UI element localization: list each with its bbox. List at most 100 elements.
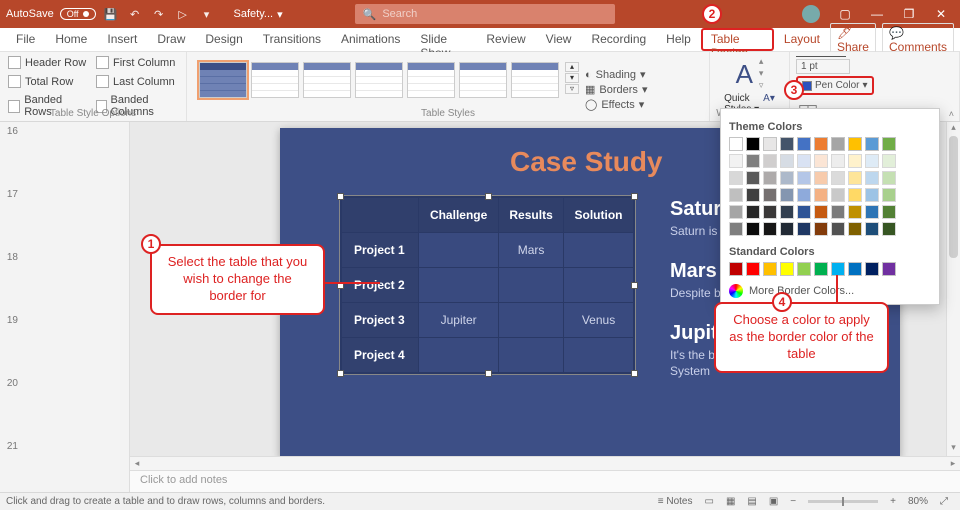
color-swatch[interactable] bbox=[882, 262, 896, 276]
check-first-column[interactable]: First Column bbox=[96, 56, 176, 69]
color-swatch[interactable] bbox=[865, 137, 879, 151]
check-header-row[interactable]: Header Row bbox=[8, 56, 88, 69]
pen-weight-dropdown[interactable]: 1 pt bbox=[796, 59, 850, 74]
color-swatch[interactable] bbox=[780, 222, 794, 236]
color-swatch[interactable] bbox=[729, 262, 743, 276]
color-swatch[interactable] bbox=[746, 171, 760, 185]
pen-color-dropdown[interactable]: Pen Color ▾ bbox=[796, 76, 874, 95]
color-swatch[interactable] bbox=[729, 222, 743, 236]
table-style-swatch[interactable] bbox=[459, 62, 507, 98]
color-swatch[interactable] bbox=[746, 262, 760, 276]
color-swatch[interactable] bbox=[848, 171, 862, 185]
color-swatch[interactable] bbox=[831, 188, 845, 202]
color-swatch[interactable] bbox=[814, 188, 828, 202]
table-style-swatch[interactable] bbox=[303, 62, 351, 98]
color-swatch[interactable] bbox=[797, 262, 811, 276]
tab-home[interactable]: Home bbox=[45, 28, 97, 51]
slide-thumbnail[interactable]: 20 Target bbox=[4, 378, 125, 433]
tab-table-design[interactable]: Table Design bbox=[701, 28, 774, 51]
color-swatch[interactable] bbox=[797, 137, 811, 151]
resize-handle[interactable] bbox=[485, 370, 492, 377]
tab-design[interactable]: Design bbox=[195, 28, 252, 51]
collapse-ribbon-icon[interactable]: ˄ bbox=[949, 109, 954, 119]
color-swatch[interactable] bbox=[763, 262, 777, 276]
selected-table[interactable]: Challenge Results Solution Project 1Mars… bbox=[340, 196, 635, 374]
color-swatch[interactable] bbox=[780, 154, 794, 168]
resize-handle[interactable] bbox=[631, 370, 638, 377]
tab-review[interactable]: Review bbox=[476, 28, 535, 51]
restore-button[interactable]: ❐ bbox=[894, 7, 924, 21]
color-swatch[interactable] bbox=[797, 171, 811, 185]
pen-style-dropdown[interactable] bbox=[796, 56, 846, 57]
color-swatch[interactable] bbox=[848, 188, 862, 202]
check-last-column[interactable]: Last Column bbox=[96, 75, 176, 88]
tab-view[interactable]: View bbox=[536, 28, 582, 51]
color-swatch[interactable] bbox=[797, 205, 811, 219]
check-total-row[interactable]: Total Row bbox=[8, 75, 88, 88]
color-swatch[interactable] bbox=[814, 137, 828, 151]
tab-recording[interactable]: Recording bbox=[581, 28, 656, 51]
table-styles-more[interactable]: ▴▾▿ bbox=[565, 62, 579, 94]
tab-layout[interactable]: Layout bbox=[774, 28, 830, 51]
color-swatch[interactable] bbox=[763, 205, 777, 219]
color-swatch[interactable] bbox=[746, 205, 760, 219]
document-name[interactable]: Safety... ▾ bbox=[222, 8, 295, 21]
tab-animations[interactable]: Animations bbox=[331, 28, 410, 51]
color-swatch[interactable] bbox=[746, 137, 760, 151]
save-icon[interactable]: 💾 bbox=[102, 8, 120, 21]
tab-file[interactable]: File bbox=[6, 28, 45, 51]
notes-pane[interactable]: Click to add notes bbox=[130, 470, 960, 492]
slide-thumbnail[interactable]: 21 Comparison bbox=[4, 441, 125, 492]
color-swatch[interactable] bbox=[763, 137, 777, 151]
tab-help[interactable]: Help bbox=[656, 28, 701, 51]
zoom-level[interactable]: 80% bbox=[902, 496, 934, 507]
color-swatch[interactable] bbox=[797, 188, 811, 202]
color-swatch[interactable] bbox=[729, 137, 743, 151]
color-swatch[interactable] bbox=[763, 171, 777, 185]
color-swatch[interactable] bbox=[848, 137, 862, 151]
horizontal-scrollbar[interactable]: ◂▸ bbox=[130, 456, 960, 470]
zoom-slider[interactable] bbox=[808, 500, 878, 503]
ribbon-display-icon[interactable]: ▢ bbox=[830, 7, 860, 21]
autosave-toggle[interactable]: Off bbox=[60, 8, 96, 20]
color-swatch[interactable] bbox=[848, 262, 862, 276]
color-swatch[interactable] bbox=[814, 222, 828, 236]
tab-draw[interactable]: Draw bbox=[147, 28, 195, 51]
color-swatch[interactable] bbox=[780, 188, 794, 202]
color-swatch[interactable] bbox=[780, 205, 794, 219]
color-swatch[interactable] bbox=[814, 171, 828, 185]
color-swatch[interactable] bbox=[848, 205, 862, 219]
zoom-in-button[interactable]: + bbox=[884, 496, 902, 507]
redo-icon[interactable]: ↷ bbox=[150, 8, 168, 21]
color-swatch[interactable] bbox=[882, 154, 896, 168]
more-border-colors[interactable]: More Border Colors... bbox=[729, 284, 931, 298]
slide-thumbnail[interactable]: 17 Modules bbox=[4, 189, 125, 244]
shading-button[interactable]: ◐ Shading ▾ bbox=[585, 68, 647, 81]
color-swatch[interactable] bbox=[729, 154, 743, 168]
color-swatch[interactable] bbox=[746, 222, 760, 236]
user-avatar[interactable] bbox=[802, 5, 820, 23]
slide-thumbnail[interactable]: 18 Rounds bbox=[4, 252, 125, 307]
tab-transitions[interactable]: Transitions bbox=[253, 28, 331, 51]
color-swatch[interactable] bbox=[882, 205, 896, 219]
color-swatch[interactable] bbox=[848, 222, 862, 236]
table-style-swatch[interactable] bbox=[355, 62, 403, 98]
table-style-swatch[interactable] bbox=[407, 62, 455, 98]
tab-slide-show[interactable]: Slide Show bbox=[410, 28, 476, 51]
qat-more-icon[interactable]: ▾ bbox=[198, 8, 216, 21]
zoom-out-button[interactable]: − bbox=[784, 496, 802, 507]
color-swatch[interactable] bbox=[746, 188, 760, 202]
fit-to-window-icon[interactable]: ⤢ bbox=[934, 496, 954, 507]
start-slideshow-icon[interactable]: ▷ bbox=[174, 8, 192, 21]
color-swatch[interactable] bbox=[780, 262, 794, 276]
view-reading-icon[interactable]: ▤ bbox=[741, 496, 762, 507]
resize-handle[interactable] bbox=[337, 193, 344, 200]
vertical-scrollbar[interactable]: ▴▾ bbox=[946, 122, 960, 456]
color-swatch[interactable] bbox=[831, 262, 845, 276]
color-swatch[interactable] bbox=[780, 137, 794, 151]
slide-thumbnail[interactable]: 19 Market Size bbox=[4, 315, 125, 370]
slide-thumbnail-pane[interactable]: 16 Case Study 17 Modules 18 Rounds 19 Ma… bbox=[0, 122, 130, 492]
table-style-swatch[interactable] bbox=[511, 62, 559, 98]
color-swatch[interactable] bbox=[814, 154, 828, 168]
color-swatch[interactable] bbox=[882, 171, 896, 185]
